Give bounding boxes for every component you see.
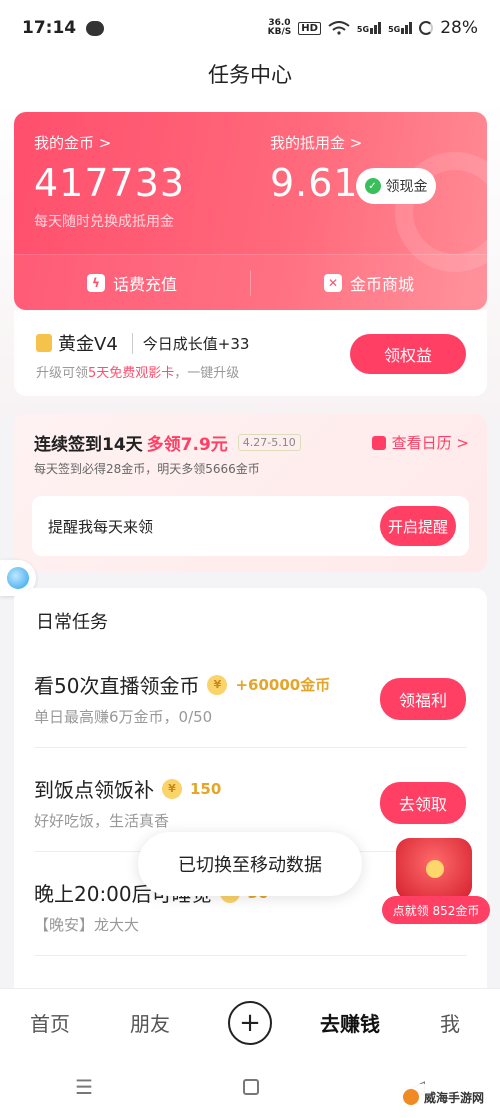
coin-card: 我的金币 > 417733 每天随时兑换成抵用金 我的抵用金 > 9.61 ✓ …: [14, 112, 487, 310]
recharge-label: 话费充值: [112, 274, 177, 294]
gift-box-button[interactable]: 点就领 852金币: [382, 838, 490, 930]
vip-card: 黄金V4 今日成长值+33 升级可领5天免费观影卡，一键升级 领权益: [14, 310, 487, 396]
claim-benefits-button[interactable]: 领权益: [350, 334, 466, 374]
status-bar: 17:14 36.0 KB/S HD 5G 5G 28%: [0, 0, 500, 56]
task-action-button[interactable]: 去领取: [380, 782, 466, 824]
gift-knot: [426, 860, 444, 878]
gift-label: 点就领 852金币: [382, 896, 490, 924]
medal-icon: [36, 334, 52, 352]
date-range-badge: 4.27-5.10: [237, 434, 301, 451]
assistant-icon: [7, 567, 29, 589]
vip-level: 黄金V4: [58, 334, 118, 355]
net-speed: 36.0 KB/S: [267, 18, 292, 37]
status-icons: 36.0 KB/S HD 5G 5G 28%: [268, 18, 478, 38]
vip-growth: 今日成长值+33: [131, 332, 249, 354]
my-voucher[interactable]: 我的抵用金 > 9.61: [270, 132, 362, 205]
voucher-label: 我的抵用金 >: [270, 134, 363, 152]
coin-mall-label: 金币商城: [349, 274, 414, 294]
task-reward: 150: [190, 779, 222, 798]
store-icon: ✕: [323, 273, 342, 292]
coin-icon: ¥: [207, 674, 228, 695]
watermark: 威海手游网: [394, 1084, 492, 1110]
my-coins-label: 我的金币 >: [34, 134, 112, 152]
tab-home[interactable]: 首页: [0, 1008, 100, 1037]
battery-percent: 28%: [440, 18, 478, 38]
battery-icon: [419, 21, 434, 35]
signin-card: 连续签到14天 多领7.9元 4.27-5.10 查看日历 > 每天签到必得28金…: [14, 414, 487, 572]
coin-icon: ¥: [162, 778, 182, 799]
get-cash-label: 领现金: [385, 179, 428, 195]
tab-earn[interactable]: 去赚钱: [300, 1008, 400, 1037]
menu-icon[interactable]: ☰: [75, 1075, 93, 1099]
tab-me[interactable]: 我: [400, 1008, 500, 1037]
status-time: 17:14: [22, 18, 77, 38]
vip-title: 黄金V4 今日成长值+33: [36, 330, 249, 356]
calendar-icon: [371, 435, 386, 450]
wifi-icon: [328, 21, 350, 35]
task-name: 到饭点领饭补: [34, 778, 154, 802]
my-coins[interactable]: 我的金币 > 417733 每天随时兑换成抵用金: [34, 132, 185, 231]
signal-5g-icon: 5G: [357, 22, 382, 34]
my-coins-value: 417733: [34, 161, 186, 205]
view-calendar-link[interactable]: 查看日历 >: [371, 432, 469, 453]
tab-create[interactable]: +: [200, 1000, 300, 1045]
task-reward: +60000金币: [235, 676, 331, 694]
reminder-row: 提醒我每天来领 开启提醒: [32, 496, 469, 556]
tab-friends[interactable]: 朋友: [100, 1008, 200, 1037]
page-title: 任务中心: [0, 56, 500, 106]
signal-5g-icon-2: 5G: [388, 22, 413, 34]
check-icon: ✓: [364, 178, 381, 194]
voucher-value: 9.61: [270, 161, 359, 205]
watermark-logo-icon: [402, 1089, 419, 1105]
daily-tasks-header: 日常任务: [36, 612, 108, 633]
task-desc: 好好吃饭，生活真香: [34, 812, 170, 830]
daily-tasks: 日常任务 看50次直播领金币 ¥ +60000金币 单日最高赚6万金币，0/50…: [14, 588, 487, 1008]
reminder-text: 提醒我每天来领: [48, 518, 154, 536]
lightning-icon: ϟ: [86, 273, 105, 292]
hd-icon: HD: [298, 21, 321, 35]
task-desc: 【晚安】龙大大: [34, 916, 140, 934]
task-name: 看50次直播领金币: [34, 674, 200, 698]
toast-message: 已切换至移动数据: [138, 832, 362, 896]
task-item: 看50次直播领金币 ¥ +60000金币 单日最高赚6万金币，0/50 领福利: [34, 644, 467, 748]
enable-reminder-button[interactable]: 开启提醒: [380, 506, 456, 546]
my-coins-sub: 每天随时兑换成抵用金: [34, 214, 174, 230]
bottom-tab-bar: 首页 朋友 + 去赚钱 我: [0, 988, 500, 1056]
get-cash-button[interactable]: ✓ 领现金: [356, 168, 436, 204]
task-action-button[interactable]: 领福利: [380, 678, 466, 720]
coin-actions: ϟ 话费充值 ✕ 金币商城: [14, 255, 487, 310]
recharge-button[interactable]: ϟ 话费充值: [14, 255, 250, 310]
coin-mall-button[interactable]: ✕ 金币商城: [251, 255, 487, 310]
signin-sub: 每天签到必得28金币，明天多领5666金币: [34, 462, 260, 476]
wechat-icon: [86, 20, 105, 36]
task-desc: 单日最高赚6万金币，0/50: [34, 708, 213, 726]
vip-desc: 升级可领5天免费观影卡，一键升级: [36, 366, 240, 381]
home-icon[interactable]: [243, 1079, 260, 1095]
plus-icon: +: [228, 1000, 272, 1045]
signin-title: 连续签到14天 多领7.9元 4.27-5.10: [34, 430, 301, 455]
